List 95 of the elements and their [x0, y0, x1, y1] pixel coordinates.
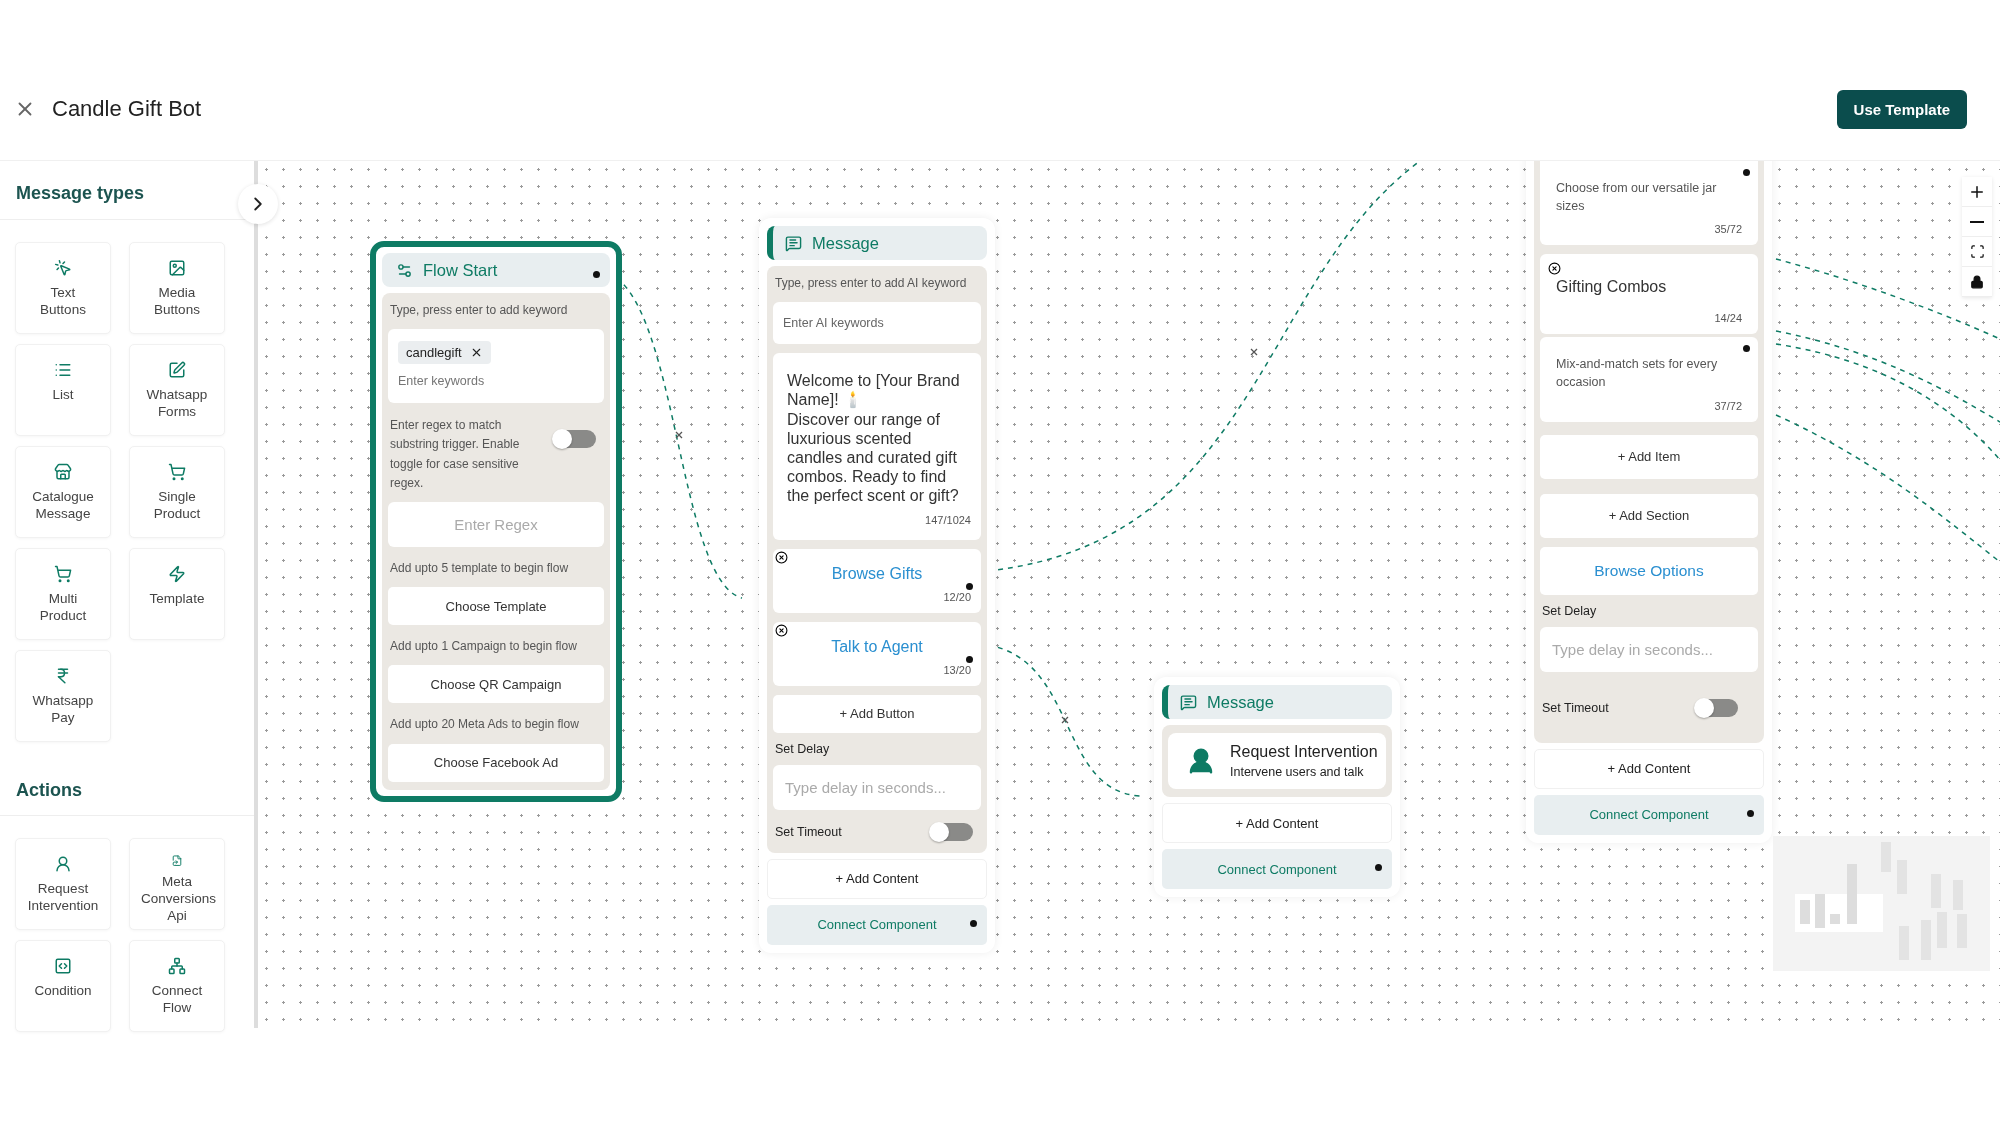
component-tile[interactable]: Condition: [15, 940, 111, 1032]
add-button[interactable]: + Add Button: [773, 694, 981, 733]
remove-icon[interactable]: [775, 623, 788, 637]
component-tile[interactable]: Text Buttons: [15, 242, 111, 334]
component-tile[interactable]: Connect Flow: [129, 940, 225, 1032]
node-title: Flow Start: [423, 260, 498, 280]
field-label: Add upto 20 Meta Ads to begin flow: [389, 716, 580, 734]
fit-view-icon: [1969, 244, 1985, 259]
component-tile[interactable]: Request Intervention: [15, 838, 111, 930]
page-title: Candle Gift Bot: [52, 96, 202, 122]
field-label: Type, press enter to add keyword: [389, 302, 569, 319]
connection-handle[interactable]: [593, 271, 600, 278]
choose-button[interactable]: Choose Template: [388, 587, 604, 626]
node-title: Message: [1207, 692, 1274, 712]
component-tile[interactable]: List: [15, 344, 111, 436]
regex-input[interactable]: Enter Regex: [388, 501, 604, 547]
card-subtitle: Intervene users and talk: [1230, 765, 1365, 779]
section-title: Actions: [0, 752, 254, 816]
message-text-field[interactable]: Welcome to [Your Brand Name]! 🕯 Discover our range of luxurious scented candles and curated gift combos. Ready to find the perfect scent or gift? 147/1024: [773, 353, 981, 540]
reply-button-card[interactable]: Browse Gifts 12/20: [773, 548, 981, 613]
toggle-switch[interactable]: [1696, 698, 1738, 717]
ai-keyword-input[interactable]: Enter AI keywords: [773, 302, 981, 345]
toggle-switch[interactable]: [931, 822, 973, 841]
component-tile[interactable]: Media Buttons: [129, 242, 225, 334]
add-item-button[interactable]: + Add Item: [1540, 434, 1758, 479]
keyword-field[interactable]: candlegift Enter keywords: [388, 329, 604, 404]
field-label: Set Delay: [774, 741, 831, 756]
list-icon: [54, 361, 72, 379]
expand-button[interactable]: [238, 184, 278, 224]
field-label: Set Timeout: [774, 824, 843, 839]
delete-edge-icon[interactable]: [674, 430, 684, 440]
node-title: Message: [812, 233, 879, 253]
toggle-switch[interactable]: [554, 430, 596, 449]
lock-button[interactable]: [1962, 267, 1992, 297]
message-node[interactable]: [759, 218, 995, 953]
cart-icon: [168, 463, 186, 481]
list-node[interactable]: [1526, 161, 1772, 843]
lock-icon: [1970, 274, 1984, 289]
form-icon: [168, 361, 186, 379]
message-icon: [1180, 693, 1197, 711]
card-title: Request Intervention: [1230, 743, 1378, 761]
cart-icon: [54, 565, 72, 583]
field-label: Add upto 5 template to begin flow: [389, 559, 570, 577]
connect-component-button[interactable]: Connect Component: [767, 904, 987, 945]
fit-view-button[interactable]: [1962, 237, 1992, 267]
person-icon: [54, 855, 72, 873]
connect-component-button[interactable]: Connect Component: [1162, 849, 1392, 889]
connection-handle[interactable]: [966, 582, 973, 590]
intervention-card[interactable]: Request Intervention Intervene users and talk: [1168, 733, 1386, 789]
component-tile[interactable]: Catalogue Message: [15, 446, 111, 538]
remove-icon[interactable]: [1548, 262, 1561, 276]
use-template-button[interactable]: Use Template: [1836, 89, 1967, 129]
keyword-chip[interactable]: candlegift: [398, 341, 491, 365]
component-tile[interactable]: Single Product: [129, 446, 225, 538]
field-label: Add upto 1 Campaign to begin flow: [389, 638, 578, 656]
delete-edge-icon[interactable]: [1249, 347, 1259, 357]
component-tile[interactable]: Meta Conversions Api: [129, 838, 225, 930]
list-item-description-field[interactable]: Mix-and-match sets for every occasion 37/72: [1540, 337, 1758, 422]
field-label: Enter regex to match substring trigger. Enable toggle for case sensitive regex.: [389, 417, 521, 492]
remove-icon[interactable]: [775, 550, 788, 564]
component-tile[interactable]: Whatsapp Pay: [15, 650, 111, 742]
delay-input[interactable]: Type delay in seconds...: [1540, 626, 1758, 672]
hierarchy-icon: [168, 957, 186, 975]
image-icon: [168, 259, 186, 277]
component-tile[interactable]: Whatsapp Forms: [129, 344, 225, 436]
field-label: Set Timeout: [1541, 700, 1610, 715]
add-section-button[interactable]: + Add Section: [1540, 493, 1758, 538]
sliders-icon: [396, 261, 413, 279]
field-label: Set Delay: [1541, 603, 1598, 618]
list-item-title-field[interactable]: Gifting Combos 14/24: [1540, 254, 1758, 335]
zoom-out-button[interactable]: [1962, 207, 1992, 237]
message-icon: [785, 234, 802, 252]
choose-button[interactable]: Choose Facebook Ad: [388, 743, 604, 782]
connection-handle[interactable]: [966, 655, 973, 663]
component-tile[interactable]: Multi Product: [15, 548, 111, 640]
message-node[interactable]: Message Request Intervention Intervene users and talk + Add Content Connect Component: [1154, 677, 1400, 897]
choose-button[interactable]: Choose QR Campaign: [388, 665, 604, 704]
flow-start-node[interactable]: [370, 241, 622, 802]
add-content-button[interactable]: + Add Content: [767, 858, 987, 899]
lightning-icon: [168, 565, 186, 583]
code-box-icon: [54, 957, 72, 975]
connect-component-button[interactable]: Connect Component: [1534, 794, 1764, 835]
list-button[interactable]: Browse Options: [1540, 546, 1758, 595]
minus-icon: [1970, 220, 1984, 223]
add-content-button[interactable]: + Add Content: [1162, 803, 1392, 843]
component-tile[interactable]: Template: [129, 548, 225, 640]
field-label: Type, press enter to add AI keyword: [774, 275, 968, 292]
list-item-description-field[interactable]: Choose from our versatile jar sizes 35/72: [1540, 161, 1758, 246]
reply-button-card[interactable]: Talk to Agent 13/20: [773, 621, 981, 686]
delete-edge-icon[interactable]: [1060, 715, 1070, 725]
store-icon: [54, 463, 72, 481]
add-content-button[interactable]: + Add Content: [1534, 748, 1764, 789]
zoom-in-button[interactable]: [1962, 177, 1992, 207]
delay-input[interactable]: Type delay in seconds...: [773, 764, 981, 810]
cursor-click-icon: [54, 259, 72, 277]
